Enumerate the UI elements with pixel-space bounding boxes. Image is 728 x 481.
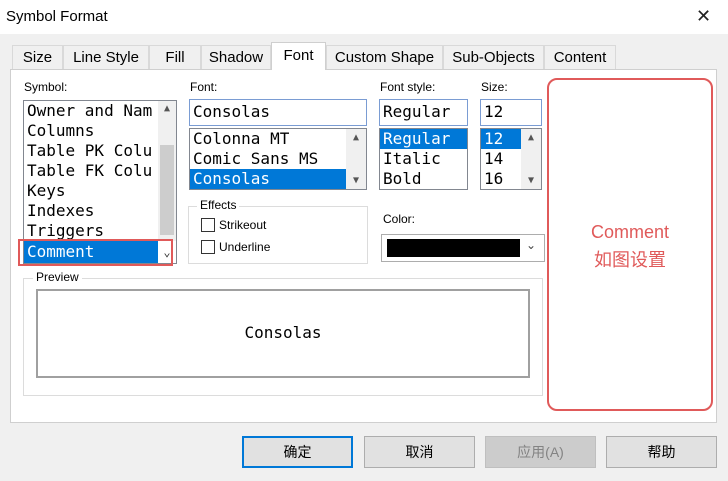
tab-content[interactable]: Content	[544, 45, 616, 69]
scroll-thumb[interactable]	[160, 145, 174, 235]
preview-label: Preview	[33, 270, 82, 284]
tab-line-style[interactable]: Line Style	[63, 45, 149, 69]
list-item[interactable]: Triggers	[24, 221, 158, 241]
ok-button[interactable]: 确定	[242, 436, 353, 468]
list-item[interactable]: Bold	[380, 169, 467, 189]
font-style-input[interactable]: Regular	[379, 99, 468, 126]
font-input[interactable]: Consolas	[189, 99, 367, 126]
scroll-up-icon[interactable]: ▲	[346, 132, 366, 143]
scroll-down-icon[interactable]: ▼	[521, 175, 541, 186]
close-icon[interactable]: ✕	[696, 6, 711, 27]
scroll-down-icon[interactable]: ▼	[346, 175, 366, 186]
effects-label: Effects	[197, 198, 240, 212]
size-input[interactable]: 12	[480, 99, 542, 126]
size-listbox[interactable]: 12 14 16 ▲ ▼	[480, 128, 542, 190]
list-item-selected[interactable]: 12	[481, 129, 521, 149]
annotation-box: Comment 如图设置	[547, 78, 713, 411]
list-item[interactable]: Italic	[380, 149, 467, 169]
size-label: Size:	[481, 80, 508, 94]
underline-label: Underline	[219, 240, 271, 254]
strikeout-label: Strikeout	[219, 218, 267, 232]
list-item[interactable]: Table FK Colu	[24, 161, 158, 181]
strikeout-checkbox[interactable]	[201, 218, 215, 232]
apply-button[interactable]: 应用(A)	[485, 436, 596, 468]
annotation-highlight-box	[18, 239, 173, 266]
preview-text: Consolas	[244, 323, 322, 342]
list-item-selected[interactable]: Consolas	[190, 169, 346, 189]
size-scrollbar[interactable]: ▲ ▼	[521, 129, 541, 189]
list-item[interactable]: 16	[481, 169, 521, 189]
scroll-up-icon[interactable]: ▲	[158, 103, 176, 114]
list-item[interactable]: Indexes	[24, 201, 158, 221]
color-swatch	[387, 239, 520, 257]
chevron-down-icon[interactable]: ⌄	[526, 238, 536, 252]
title-bar	[0, 0, 728, 34]
list-item[interactable]: Comic Sans MS	[190, 149, 346, 169]
underline-checkbox[interactable]	[201, 240, 215, 254]
color-label: Color:	[383, 212, 416, 226]
scroll-up-icon[interactable]: ▲	[521, 132, 541, 143]
tab-fill[interactable]: Fill	[149, 45, 201, 69]
list-item[interactable]: 14	[481, 149, 521, 169]
font-style-label: Font style:	[380, 80, 436, 94]
tab-sub-objects[interactable]: Sub-Objects	[443, 45, 544, 69]
cancel-button[interactable]: 取消	[364, 436, 475, 468]
effects-group	[188, 206, 368, 264]
symbol-scrollbar[interactable]: ▲	[158, 101, 176, 241]
list-item-selected[interactable]: Regular	[380, 129, 467, 149]
preview-box: Consolas	[36, 289, 530, 378]
list-item[interactable]: Table PK Colu	[24, 141, 158, 161]
tab-font[interactable]: Font	[271, 42, 326, 70]
annotation-line-2: 如图设置	[594, 250, 666, 270]
font-label: Font:	[190, 80, 218, 94]
help-button[interactable]: 帮助	[606, 436, 717, 468]
tab-size[interactable]: Size	[12, 45, 63, 69]
list-item[interactable]: Keys	[24, 181, 158, 201]
symbol-label: Symbol:	[24, 80, 68, 94]
annotation-line-1: Comment	[590, 222, 670, 242]
list-item[interactable]: Owner and Nam	[24, 101, 158, 121]
font-style-listbox[interactable]: Regular Italic Bold	[379, 128, 468, 190]
list-item[interactable]: Columns	[24, 121, 158, 141]
font-listbox[interactable]: Colonna MT Comic Sans MS Consolas ▲ ▼	[189, 128, 367, 190]
window-title: Symbol Format	[6, 8, 108, 25]
list-item[interactable]: Colonna MT	[190, 129, 346, 149]
tab-shadow[interactable]: Shadow	[201, 45, 271, 69]
color-dropdown[interactable]: ⌄	[381, 234, 545, 262]
tab-custom-shape[interactable]: Custom Shape	[326, 45, 443, 69]
font-scrollbar[interactable]: ▲ ▼	[346, 129, 366, 189]
